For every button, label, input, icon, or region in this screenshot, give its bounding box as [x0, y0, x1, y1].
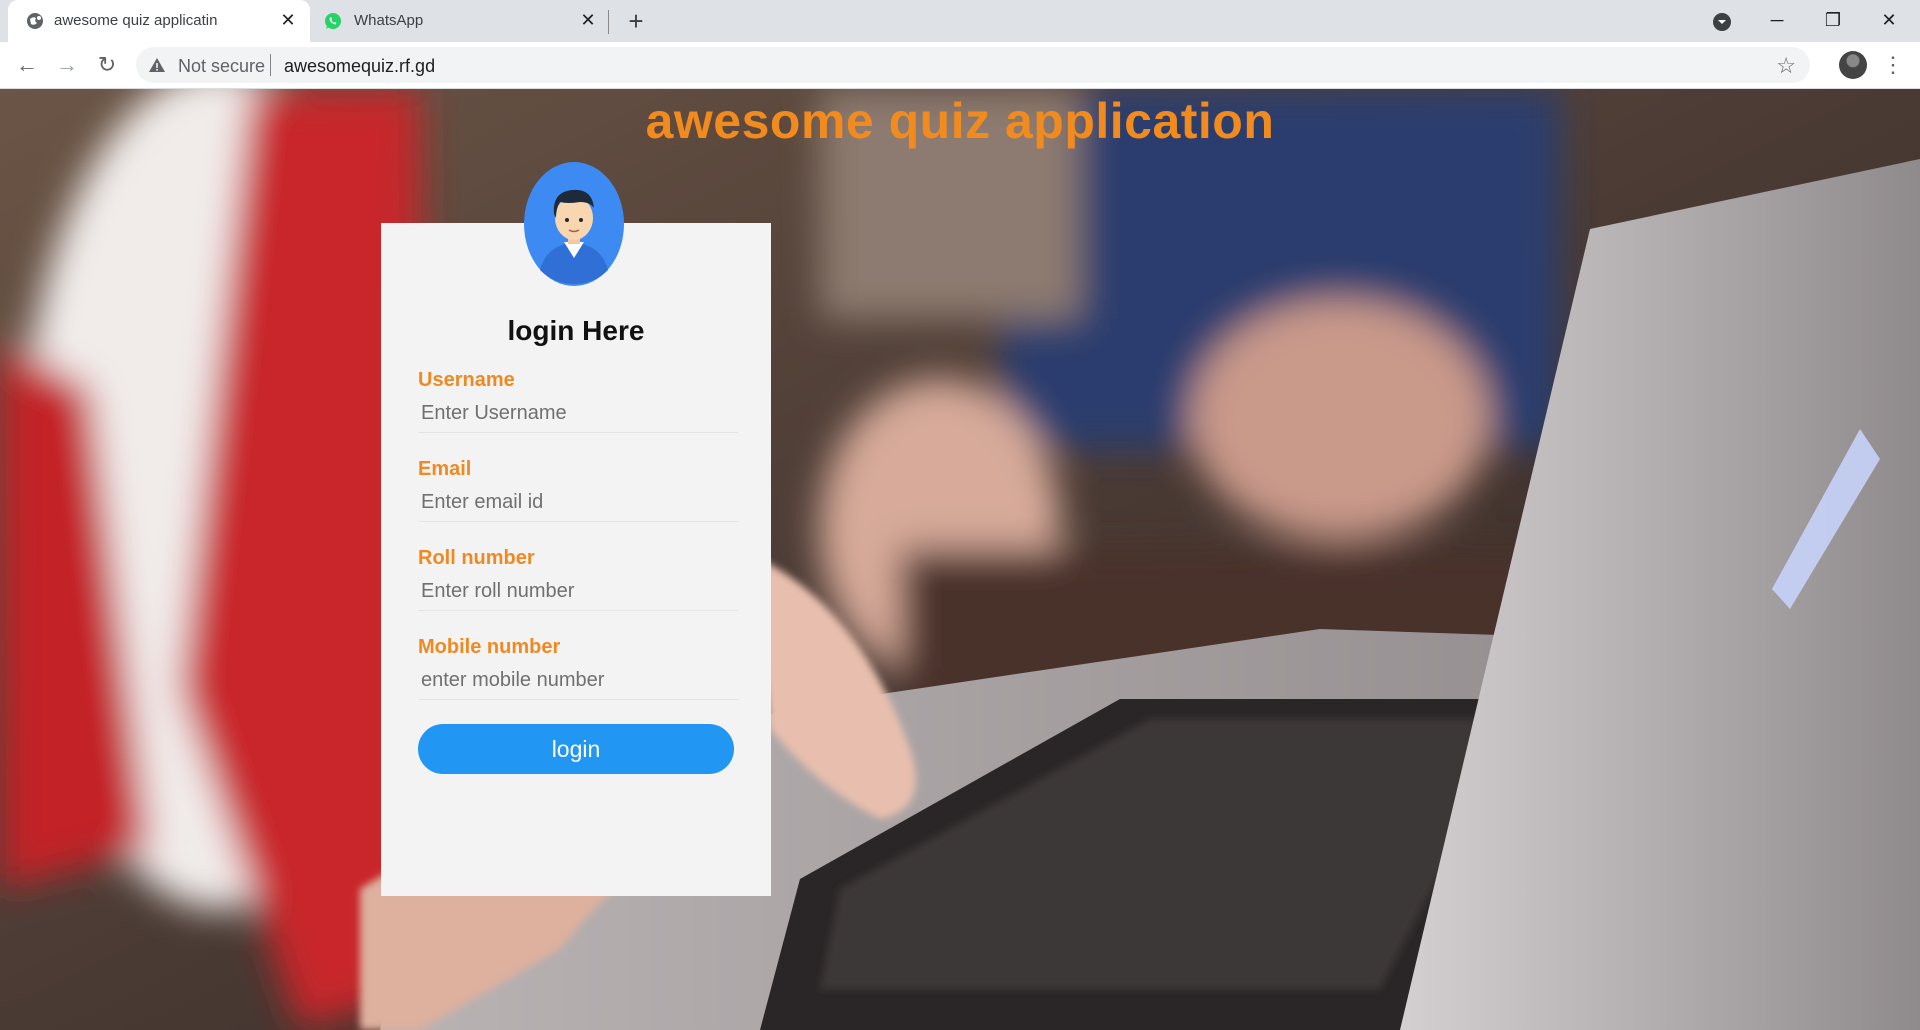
login-card: login Here Username Email Roll number Mo… — [381, 223, 771, 896]
username-input[interactable] — [418, 395, 738, 433]
close-tab-icon[interactable]: ✕ — [578, 10, 598, 30]
tab-divider — [608, 10, 609, 34]
new-tab-plus-icon[interactable]: + — [622, 7, 650, 35]
tab-search-icon[interactable] — [1712, 12, 1732, 32]
restore-icon[interactable]: ❐ — [1810, 4, 1856, 36]
close-window-icon[interactable]: ✕ — [1866, 4, 1912, 36]
omnibox-divider — [270, 54, 271, 76]
tab-title: awesome quiz applicatin — [54, 12, 218, 29]
back-arrow-icon[interactable]: ← — [12, 50, 42, 80]
browser-toolbar: ← → ↻ Not secure awesomequiz.rf.gd ☆ ⋮ — [0, 42, 1920, 89]
url-text[interactable]: awesomequiz.rf.gd — [284, 56, 435, 77]
close-tab-icon[interactable]: ✕ — [278, 10, 298, 30]
username-label: Username — [418, 369, 515, 391]
tab-whatsapp[interactable]: WhatsApp ✕ — [310, 0, 610, 42]
roll-number-input[interactable] — [418, 573, 738, 611]
user-avatar-icon — [524, 162, 624, 286]
menu-kebab-icon[interactable]: ⋮ — [1882, 51, 1904, 79]
profile-avatar[interactable] — [1839, 51, 1867, 79]
warning-triangle-icon[interactable] — [148, 56, 166, 74]
login-title: login Here — [507, 315, 645, 346]
email-label: Email — [418, 458, 472, 480]
bookmark-star-icon[interactable]: ☆ — [1776, 53, 1796, 79]
minimize-icon[interactable]: ─ — [1754, 4, 1800, 36]
reload-icon[interactable]: ↻ — [92, 50, 122, 80]
forward-arrow-icon[interactable]: → — [52, 50, 82, 80]
whatsapp-icon — [325, 13, 341, 29]
tab-title: WhatsApp — [354, 12, 424, 29]
email-input[interactable] — [418, 484, 738, 522]
background-photo — [0, 89, 1920, 1030]
mobile-number-input[interactable] — [418, 662, 738, 700]
page-heading: awesome quiz application — [645, 93, 1275, 149]
tab-awesome-quiz[interactable]: awesome quiz applicatin ✕ — [8, 0, 310, 42]
mobile-number-label: Mobile number — [418, 636, 561, 658]
page-viewport: awesome quiz application login Here User… — [0, 89, 1920, 1030]
login-button[interactable]: login — [418, 724, 734, 774]
security-status[interactable]: Not secure — [178, 56, 265, 77]
globe-icon — [27, 13, 43, 29]
tab-strip: awesome quiz applicatin ✕ WhatsApp ✕ + ─… — [0, 0, 1920, 42]
address-bar[interactable]: Not secure awesomequiz.rf.gd ☆ — [136, 47, 1810, 83]
roll-number-label: Roll number — [418, 547, 535, 569]
